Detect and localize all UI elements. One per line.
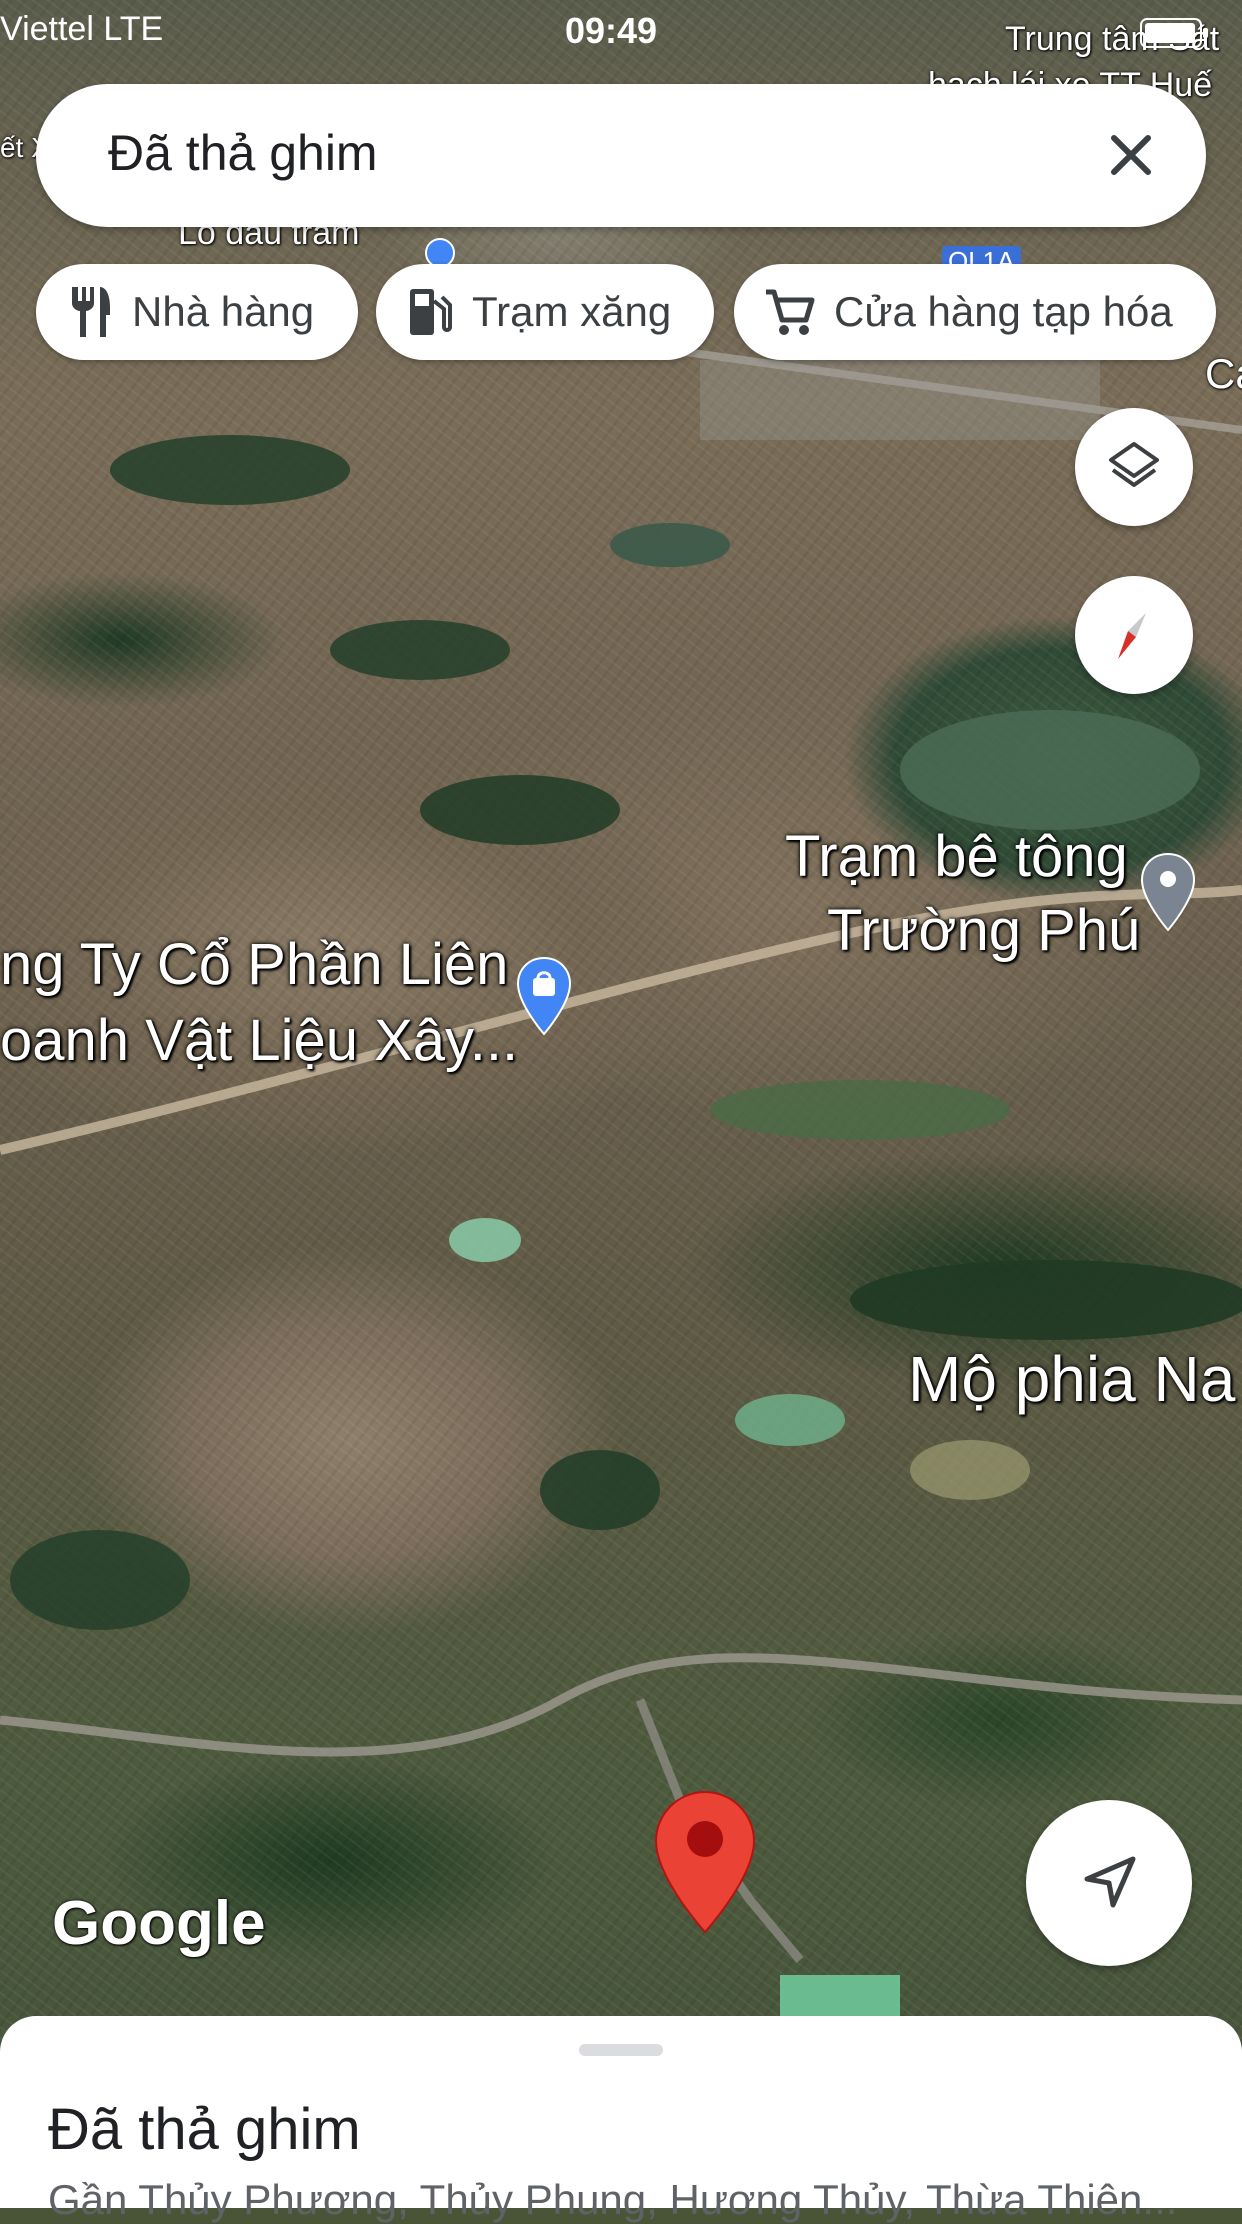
google-watermark: Google [52,1889,266,1958]
chip-grocery-stores[interactable]: Cửa hàng tạp hóa [734,264,1216,360]
forest-3 [110,435,350,505]
search-query[interactable]: Đã thả ghim [108,124,378,182]
industrial-area [700,360,1100,440]
compass-icon [1118,613,1146,659]
pond-4 [735,1394,845,1446]
layers-button[interactable] [1075,408,1193,526]
gas-station-icon [410,289,452,335]
shopping-cart-icon [766,289,815,335]
layers-icon [1109,442,1159,487]
chip-label: Nhà hàng [132,288,315,335]
lake-right [900,710,1200,830]
forest-1 [330,620,510,680]
place-address: Gần Thủy Phương, Thủy Phung, Hương Thủy,… [48,2176,1178,2223]
restaurant-icon [72,287,110,337]
search-bar[interactable]: Đã thả ghim [36,84,1206,227]
pond-3 [449,1218,521,1262]
compass-button[interactable] [1075,576,1193,694]
road-lower [0,1653,1242,1757]
sheet-drag-handle[interactable] [579,2044,663,2056]
place-title: Đã thả ghim [48,2097,361,2162]
poi-marker-shopping-icon[interactable] [516,956,572,1036]
chip-label: Trạm xăng [472,288,672,335]
poi-marker-gray-icon[interactable] [1140,852,1196,932]
place-bottom-sheet[interactable]: Đã thả ghim Gần Thủy Phương, Thủy Phung,… [0,2016,1242,2223]
pond-1 [610,523,730,567]
forest-5 [540,1450,660,1530]
map-label-truong-phu[interactable]: Trường Phú [827,894,1140,968]
status-time: 09:49 [565,10,658,51]
pond-6 [780,1975,900,2016]
dropped-pin-icon[interactable] [652,1788,758,1936]
forest-2 [420,775,620,845]
map-label-cong-ty-2[interactable]: oanh Vật Liệu Xây... [0,1004,518,1078]
status-bar: Viettel LTE 09:49 [0,0,1242,60]
battery-icon [1140,18,1208,48]
navigation-arrow-icon [1084,1856,1136,1908]
carrier-label: Viettel LTE [0,10,164,48]
map-label-edge-ca: Ca [1205,350,1242,397]
map-label-mo-phia[interactable]: Mộ phia Na [908,1342,1235,1416]
chip-restaurants[interactable]: Nhà hàng [36,264,358,360]
pond-2 [710,1080,1010,1140]
chip-label: Cửa hàng tạp hóa [834,288,1173,335]
chip-gas-stations[interactable]: Trạm xăng [376,264,714,360]
map-label-cong-ty[interactable]: ng Ty Cổ Phần Liên [0,928,508,1002]
my-location-button[interactable] [1026,1800,1192,1966]
close-icon[interactable] [1096,120,1166,190]
pond-5 [910,1440,1030,1500]
map-label-tram-be-tong[interactable]: Trạm bê tông [785,820,1128,894]
forest-6 [10,1530,190,1630]
forest-4 [850,1260,1242,1340]
